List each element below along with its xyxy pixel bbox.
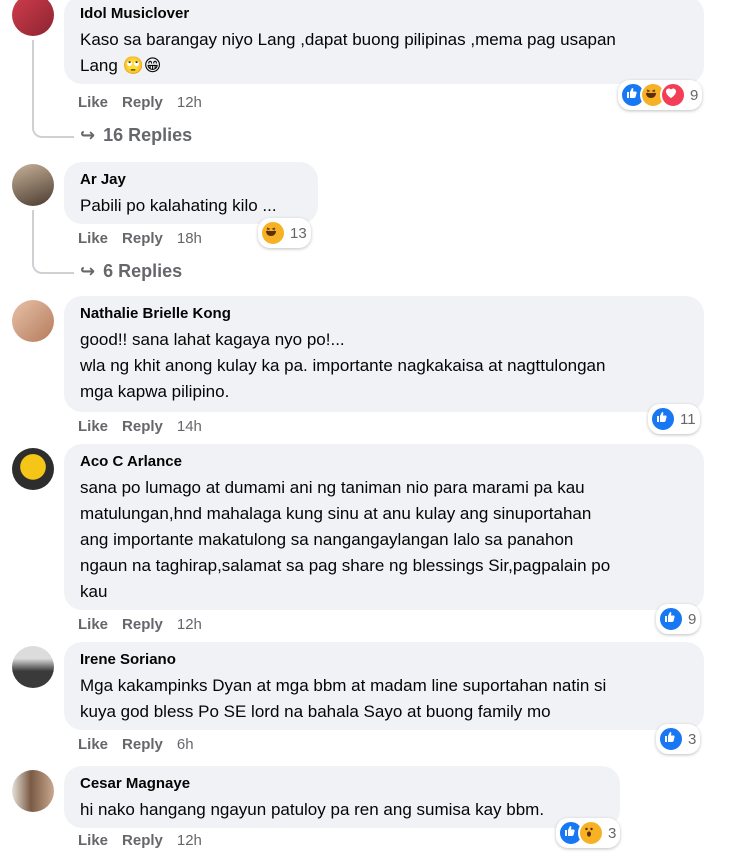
reactions-summary[interactable]: 3 <box>656 724 701 754</box>
comment-text: good!! sana lahat kagaya nyo po!... wla … <box>80 330 606 401</box>
like-button[interactable]: Like <box>78 230 108 247</box>
comment-bubble: Irene Soriano Mga kakampinks Dyan at mga… <box>64 642 704 730</box>
reply-button[interactable]: Reply <box>122 736 163 753</box>
reaction-count: 3 <box>688 730 697 748</box>
wow-icon <box>578 820 604 846</box>
avatar[interactable] <box>12 646 54 688</box>
reply-button[interactable]: Reply <box>122 94 163 111</box>
comment-actions: Like Reply 12h <box>78 94 202 111</box>
comment-author[interactable]: Cesar Magnaye <box>80 775 604 793</box>
comment-actions: Like Reply 14h <box>78 418 202 435</box>
comment-text: Pabili po kalahating kilo ... <box>80 196 277 215</box>
comment-text: Mga kakampinks Dyan at mga bbm at madam … <box>80 676 607 721</box>
comment-text: sana po lumago at dumami ani ng taniman … <box>80 478 611 601</box>
reply-thread-line <box>32 210 74 274</box>
reaction-count: 13 <box>290 224 307 242</box>
reactions-summary[interactable]: 9 <box>656 604 701 634</box>
view-replies-button[interactable]: ↪ 16 Replies <box>80 125 192 146</box>
like-button[interactable]: Like <box>78 736 108 753</box>
like-button[interactable]: Like <box>78 832 108 849</box>
comment-actions: Like Reply 6h <box>78 736 194 753</box>
comment-bubble: Nathalie Brielle Kong good!! sana lahat … <box>64 296 704 412</box>
comment-bubble: Cesar Magnaye hi nako hangang ngayun pat… <box>64 766 620 828</box>
comment-timestamp[interactable]: 18h <box>177 230 202 247</box>
reactions-summary[interactable]: 3 <box>556 818 621 848</box>
comment-actions: Like Reply 18h <box>78 230 202 247</box>
comment-text: hi nako hangang ngayun patuloy pa ren an… <box>80 800 545 819</box>
comment-timestamp[interactable]: 14h <box>177 418 202 435</box>
comment-author[interactable]: Nathalie Brielle Kong <box>80 305 688 323</box>
comment-author[interactable]: Irene Soriano <box>80 651 688 669</box>
reaction-count: 3 <box>608 824 617 842</box>
reaction-count: 9 <box>690 86 699 104</box>
comment-text: Kaso sa barangay niyo Lang ,dapat buong … <box>80 30 616 75</box>
reactions-summary[interactable]: 13 <box>258 218 311 248</box>
comment-timestamp[interactable]: 12h <box>177 616 202 633</box>
reply-button[interactable]: Reply <box>122 616 163 633</box>
love-icon <box>660 82 686 108</box>
avatar[interactable] <box>12 164 54 206</box>
comment-actions: Like Reply 12h <box>78 616 202 633</box>
like-icon <box>658 726 684 752</box>
avatar[interactable] <box>12 770 54 812</box>
comment-bubble: Ar Jay Pabili po kalahating kilo ... <box>64 162 318 224</box>
reply-arrow-icon: ↪ <box>80 261 96 281</box>
reply-button[interactable]: Reply <box>122 230 163 247</box>
comment-bubble: Aco C Arlance sana po lumago at dumami a… <box>64 444 704 610</box>
like-icon <box>650 406 676 432</box>
like-button[interactable]: Like <box>78 418 108 435</box>
reactions-summary[interactable]: 11 <box>648 404 700 434</box>
like-button[interactable]: Like <box>78 616 108 633</box>
comment-author[interactable]: Idol Musiclover <box>80 5 688 23</box>
comment-timestamp[interactable]: 12h <box>177 832 202 849</box>
comment-actions: Like Reply 12h <box>78 832 202 849</box>
replies-count: 16 Replies <box>103 125 193 145</box>
avatar[interactable] <box>12 448 54 490</box>
avatar[interactable] <box>12 0 54 36</box>
reactions-summary[interactable]: 9 <box>618 80 703 110</box>
reaction-count: 9 <box>688 610 697 628</box>
haha-icon <box>260 220 286 246</box>
avatar[interactable] <box>12 300 54 342</box>
comment-author[interactable]: Ar Jay <box>80 171 302 189</box>
replies-count: 6 Replies <box>103 261 183 281</box>
reaction-count: 11 <box>680 410 696 428</box>
reply-button[interactable]: Reply <box>122 418 163 435</box>
reply-button[interactable]: Reply <box>122 832 163 849</box>
comment-timestamp[interactable]: 6h <box>177 736 194 753</box>
reply-arrow-icon: ↪ <box>80 125 96 145</box>
like-button[interactable]: Like <box>78 94 108 111</box>
comment-bubble: Idol Musiclover Kaso sa barangay niyo La… <box>64 0 704 84</box>
comment-timestamp[interactable]: 12h <box>177 94 202 111</box>
view-replies-button[interactable]: ↪ 6 Replies <box>80 261 182 282</box>
comment-author[interactable]: Aco C Arlance <box>80 453 688 471</box>
like-icon <box>658 606 684 632</box>
